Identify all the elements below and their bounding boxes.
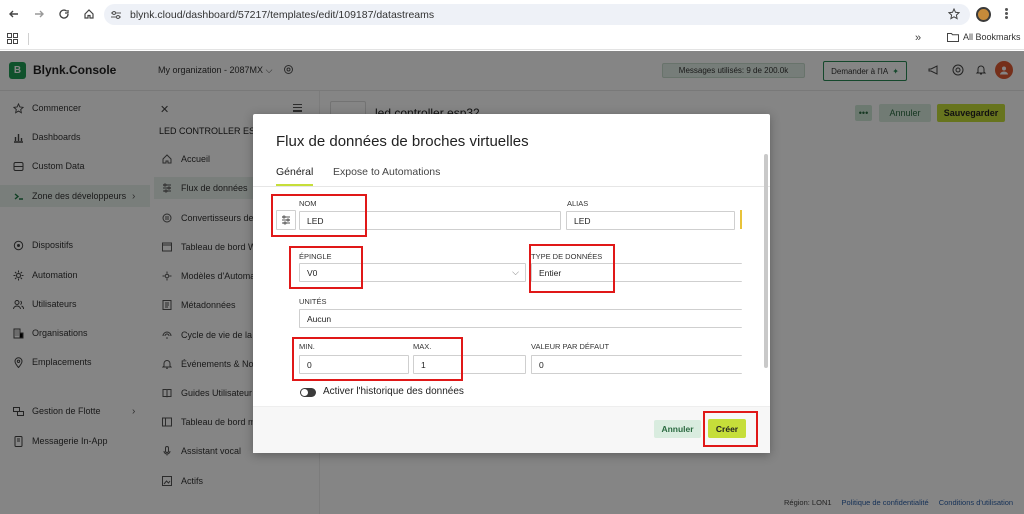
annotation-box-pin — [289, 246, 363, 289]
chevron-down-icon: ⌵ — [512, 267, 519, 277]
browser-profile-avatar[interactable] — [976, 7, 991, 22]
alias-field[interactable]: LED — [566, 211, 735, 230]
tab-divider — [253, 186, 770, 187]
home-browser-icon[interactable] — [78, 3, 100, 25]
url-text: blynk.cloud/dashboard/57217/templates/ed… — [130, 8, 435, 21]
scroll-accent-marker — [740, 210, 742, 229]
tab-general[interactable]: Général — [276, 166, 313, 178]
bookmark-star-icon[interactable] — [948, 8, 960, 20]
units-field-label: UNITÉS — [299, 297, 327, 306]
default-value-field-label: VALEUR PAR DÉFAUT — [531, 342, 610, 351]
reload-icon[interactable] — [53, 3, 75, 25]
back-icon[interactable] — [3, 3, 25, 25]
site-settings-icon[interactable] — [110, 10, 124, 20]
modal-title: Flux de données de broches virtuelles — [276, 133, 529, 150]
browser-menu-icon[interactable] — [1003, 7, 1009, 21]
default-value-field[interactable]: 0 — [531, 355, 742, 374]
annotation-box-data-type — [529, 244, 615, 293]
alias-field-label: ALIAS — [567, 199, 589, 208]
all-bookmarks-label: All Bookmarks — [963, 32, 1021, 42]
annotation-box-min-max — [292, 337, 463, 381]
apps-grid-icon[interactable] — [7, 33, 18, 44]
units-select[interactable]: Aucun — [299, 309, 742, 328]
bookmarks-divider — [28, 33, 29, 45]
annotation-box-create — [703, 411, 758, 447]
history-toggle[interactable] — [300, 388, 316, 397]
folder-icon — [947, 33, 959, 42]
all-bookmarks-link[interactable]: All Bookmarks — [947, 32, 1021, 42]
bookmarks-bar: » All Bookmarks — [0, 28, 1024, 50]
modal-cancel-button[interactable]: Annuler — [654, 420, 701, 438]
forward-icon[interactable] — [28, 3, 50, 25]
annotation-box-name — [271, 194, 367, 237]
bookmarks-overflow-icon[interactable]: » — [915, 32, 921, 44]
tab-expose-automations[interactable]: Expose to Automations — [333, 166, 440, 178]
browser-toolbar: blynk.cloud/dashboard/57217/templates/ed… — [0, 0, 1024, 28]
modal-scrollbar[interactable] — [764, 154, 768, 368]
history-toggle-label: Activer l'historique des données — [323, 386, 464, 397]
address-bar[interactable]: blynk.cloud/dashboard/57217/templates/ed… — [104, 4, 970, 25]
